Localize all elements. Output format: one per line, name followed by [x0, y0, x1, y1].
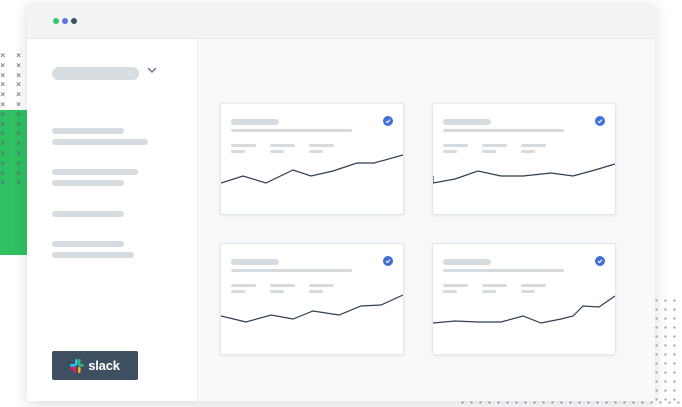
card-title-bar: [443, 259, 491, 265]
card-sparkline: [433, 163, 615, 184]
card-sparkline: [221, 154, 403, 184]
sidebar-item-4-line-1[interactable]: [52, 241, 124, 247]
card-sparkline: [221, 294, 403, 323]
slack-button[interactable]: slack: [52, 351, 138, 380]
app-window: slack: [27, 4, 655, 401]
check-circle-icon: [383, 116, 393, 126]
sidebar-item-1-line-2: [52, 139, 148, 145]
sidebar-item-3-line-1[interactable]: [52, 211, 124, 217]
card-stat-2: [482, 144, 507, 147]
card-subtitle-bar: [231, 129, 352, 132]
card-title-bar: [231, 119, 279, 125]
window-dot-green[interactable]: [53, 18, 59, 24]
card-stat-3: [309, 284, 334, 287]
card-title-bar: [443, 119, 491, 125]
card-stat-2: [270, 144, 295, 147]
card-title-bar: [231, 259, 279, 265]
card-stat-2: [270, 284, 295, 287]
chart-card-top-left[interactable]: [220, 103, 404, 215]
card-subtitle-bar: [443, 269, 564, 272]
card-stat-3: [309, 144, 334, 147]
card-subtitle-bar: [443, 129, 564, 132]
card-sparkline: [433, 295, 615, 324]
workspace-dropdown[interactable]: [52, 67, 139, 80]
title-bar: [27, 4, 655, 39]
chart-card-bottom-left[interactable]: [220, 243, 404, 355]
window-dot-dark[interactable]: [71, 18, 77, 24]
card-stat-1: [443, 144, 468, 147]
card-stat-1: [231, 284, 256, 287]
sidebar-item-2-line-2: [52, 180, 124, 186]
card-subtitle-bar: [231, 269, 352, 272]
slack-button-label: slack: [88, 358, 120, 373]
chevron-down-icon[interactable]: [147, 65, 157, 75]
card-stat-3: [521, 284, 546, 287]
card-stat-1: [231, 144, 256, 147]
check-circle-icon: [595, 256, 605, 266]
check-circle-icon: [595, 116, 605, 126]
card-stat-3: [521, 144, 546, 147]
card-stat-1: [443, 284, 468, 287]
chart-card-top-right[interactable]: [432, 103, 616, 215]
check-circle-icon: [383, 256, 393, 266]
chart-card-bottom-right[interactable]: [432, 243, 616, 355]
sidebar-item-2-line-1[interactable]: [52, 169, 138, 175]
sidebar-item-4-line-2: [52, 252, 134, 258]
sidebar-item-1-line-1[interactable]: [52, 128, 124, 134]
slack-logo-icon: [70, 358, 85, 373]
window-dot-blue[interactable]: [62, 18, 68, 24]
card-stat-2: [482, 284, 507, 287]
sidebar: slack: [27, 39, 198, 401]
dot-pattern-decoration: [652, 296, 682, 407]
